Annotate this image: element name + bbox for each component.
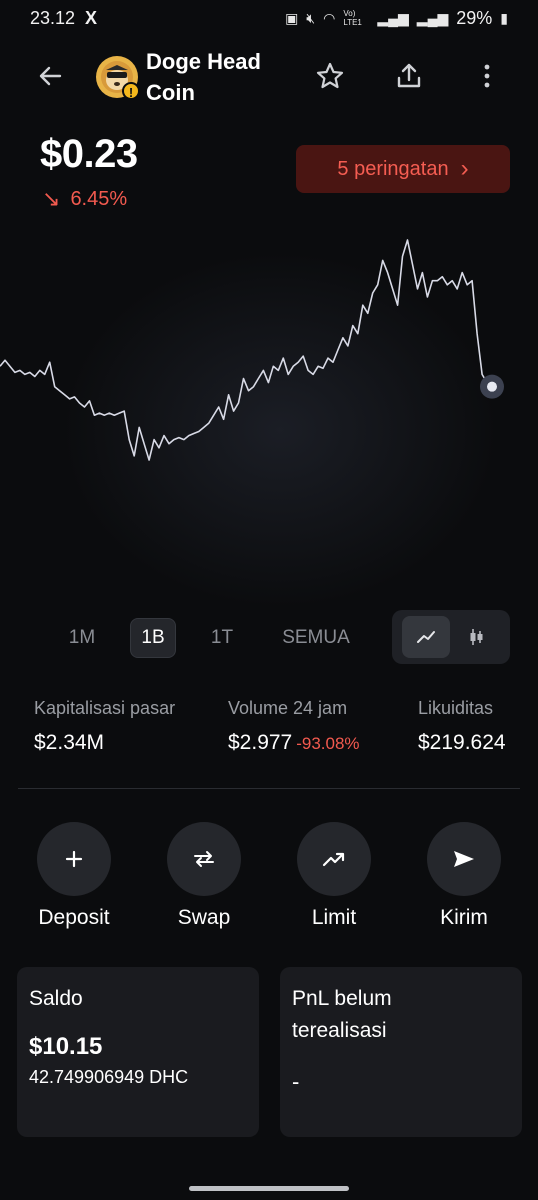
swap-icon	[194, 851, 214, 867]
send-label: Kirim	[440, 906, 488, 929]
time-range-selector: 1M 1B 1T SEMUA	[0, 610, 538, 664]
price-line	[0, 239, 493, 461]
deposit-button[interactable]: Deposit	[14, 822, 134, 930]
wifi-icon: ◠	[323, 9, 336, 26]
battery-percent: 29%	[456, 7, 493, 28]
balance-title: Saldo	[29, 987, 83, 1010]
volume-label: Volume 24 jam	[228, 698, 348, 718]
coin-name-line1: Doge Head	[146, 49, 261, 74]
trending-up-icon	[322, 852, 345, 867]
favorite-button[interactable]	[314, 60, 346, 92]
status-bar: 23.12 X ▣ 🔇︎ ◠ Vo) LTE1 ▂▄▆ ▂▄▆ 29% ▮	[0, 0, 538, 36]
balance-token-amount: 42.749906949 DHC	[29, 1067, 189, 1087]
volume-value: $2.977	[228, 731, 293, 754]
range-1m-button[interactable]: 1M	[52, 618, 112, 658]
current-price: $0.23	[40, 132, 138, 176]
volume-change: -93.08%	[296, 734, 360, 753]
line-chart-button[interactable]	[402, 616, 450, 658]
price-chart[interactable]	[0, 230, 538, 580]
balance-card[interactable]: Saldo $10.15 42.749906949 DHC	[17, 967, 259, 1137]
liquidity-label: Likuiditas	[418, 698, 494, 718]
status-time: 23.12	[30, 7, 76, 28]
down-arrow-icon: ↘	[42, 186, 61, 211]
balance-usd: $10.15	[29, 1033, 103, 1060]
chevron-right-icon: ›	[460, 155, 469, 182]
price-change: ↘ 6.45%	[42, 186, 127, 212]
more-vertical-icon	[484, 64, 490, 88]
market-cap-value: $2.34M	[34, 731, 105, 754]
signal-icon-2: ▂▄▆	[416, 9, 449, 26]
market-cap-label: Kapitalisasi pasar	[34, 698, 176, 718]
home-indicator[interactable]	[189, 1186, 349, 1191]
coin-warning-badge: !	[122, 82, 140, 100]
coin-name: Doge Head Coin	[146, 46, 296, 108]
swap-label: Swap	[177, 906, 231, 929]
battery-saver-icon: ▣	[285, 9, 299, 26]
price-change-percent: 6.45%	[70, 187, 128, 210]
chart-type-toggle	[392, 610, 510, 664]
send-icon	[454, 851, 474, 867]
back-button[interactable]	[34, 60, 66, 92]
star-icon	[316, 62, 344, 89]
line-chart-icon	[417, 631, 435, 643]
battery-icon: ▮	[500, 9, 508, 26]
range-1t-button[interactable]: 1T	[196, 618, 248, 658]
volume-value-row: $2.977 -93.08%	[228, 731, 360, 755]
candlestick-icon	[470, 629, 483, 645]
pnl-card[interactable]: PnL belum terealisasi -	[280, 967, 522, 1137]
pnl-title-line1: PnL belum	[292, 987, 392, 1010]
range-all-button[interactable]: SEMUA	[272, 618, 360, 658]
market-stats: Kapitalisasi pasar $2.34M Volume 24 jam …	[0, 698, 538, 768]
range-1b-button[interactable]: 1B	[130, 618, 176, 658]
share-button[interactable]	[393, 60, 425, 92]
current-point-marker	[487, 381, 497, 392]
volume-stat: Volume 24 jam $2.977 -93.08%	[228, 698, 360, 755]
market-cap-stat: Kapitalisasi pasar $2.34M	[34, 698, 175, 755]
pnl-value: -	[292, 1069, 300, 1094]
signal-icon: ▂▄▆	[377, 9, 409, 26]
limit-circle[interactable]	[297, 822, 371, 896]
x-logo-icon: X	[85, 7, 98, 28]
swap-circle[interactable]	[167, 822, 241, 896]
swap-button[interactable]: Swap	[144, 822, 264, 930]
deposit-circle[interactable]	[37, 822, 111, 896]
action-buttons: Deposit Swap Limit Kirim	[0, 822, 538, 942]
mute-icon: 🔇︎	[306, 9, 316, 26]
network-label: Vo) LTE1	[343, 9, 362, 27]
deposit-label: Deposit	[38, 906, 110, 929]
more-options-button[interactable]	[471, 60, 503, 92]
divider	[18, 788, 520, 789]
header: ! Doge Head Coin	[0, 40, 538, 112]
candlestick-chart-button[interactable]	[452, 616, 500, 658]
warnings-label: 5 peringatan	[337, 157, 449, 180]
plus-icon	[65, 850, 83, 868]
coin-logo: !	[96, 56, 140, 100]
arrow-left-icon	[39, 66, 62, 86]
pnl-title-line2: terealisasi	[292, 1019, 387, 1042]
limit-button[interactable]: Limit	[274, 822, 394, 930]
warnings-button[interactable]: 5 peringatan ›	[296, 145, 510, 193]
liquidity-value: $219.624	[418, 731, 506, 754]
coin-name-line2: Coin	[146, 80, 195, 105]
send-circle[interactable]	[427, 822, 501, 896]
share-icon	[397, 63, 421, 88]
liquidity-stat: Likuiditas $219.624	[418, 698, 506, 755]
send-button[interactable]: Kirim	[404, 822, 524, 930]
limit-label: Limit	[311, 906, 357, 929]
